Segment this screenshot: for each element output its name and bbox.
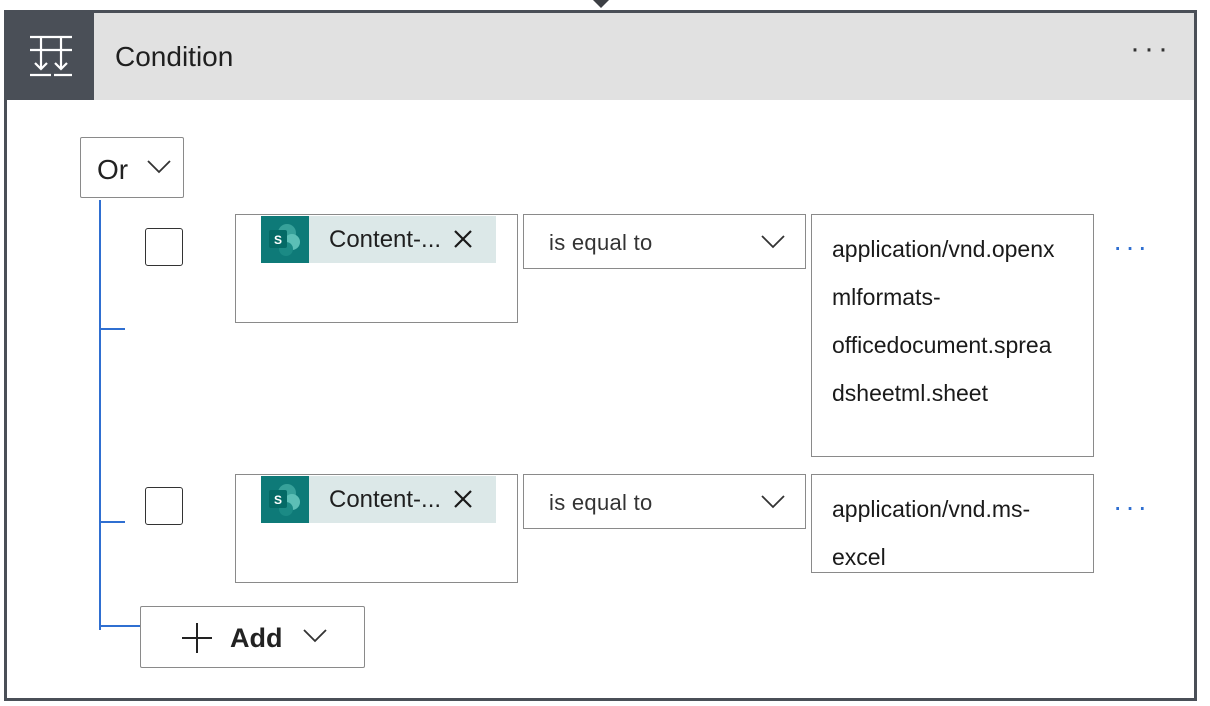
sharepoint-icon: S (269, 224, 300, 256)
row-more-options-button[interactable]: ··· (1113, 493, 1150, 521)
condition-left-operand[interactable]: S Content-... (235, 474, 518, 583)
sharepoint-logo: S (261, 476, 309, 523)
tree-branch (99, 328, 125, 330)
card-more-options-button[interactable]: ··· (1130, 34, 1172, 64)
value-text-line: application/vnd.openx (832, 236, 1055, 262)
condition-right-operand[interactable]: application/vnd.ms- excel (811, 474, 1094, 573)
value-text-line: excel (832, 544, 886, 570)
condition-right-operand[interactable]: application/vnd.openx mlformats- officed… (811, 214, 1094, 457)
operator-value: is equal to (549, 230, 653, 255)
group-operator-value: Or (97, 154, 129, 185)
svg-text:S: S (274, 233, 282, 247)
token-label: Content-... (329, 226, 442, 253)
operator-value: is equal to (549, 490, 653, 515)
value-text-line: application/vnd.ms- (832, 496, 1031, 522)
condition-branch-icon (30, 35, 72, 77)
close-icon[interactable] (453, 489, 473, 509)
value-text-line: mlformats- (832, 284, 941, 310)
chevron-down-icon (303, 629, 327, 643)
token-label: Content-... (329, 486, 442, 513)
condition-card: Condition ··· Or S Content-... is equal … (4, 10, 1197, 701)
value-text-line: dsheetml.sheet (832, 380, 988, 406)
svg-text:S: S (274, 493, 282, 507)
condition-icon-box (7, 13, 94, 100)
row-select-checkbox[interactable] (145, 487, 183, 525)
close-icon[interactable] (453, 229, 473, 249)
add-button-label: Add (230, 623, 283, 653)
chevron-down-icon (761, 235, 785, 249)
chevron-down-icon (761, 495, 785, 509)
group-operator-select[interactable]: Or (80, 137, 184, 198)
row-more-options-button[interactable]: ··· (1113, 233, 1150, 261)
value-text-line: officedocument.sprea (832, 332, 1052, 358)
condition-operator-select[interactable]: is equal to (523, 214, 806, 269)
tree-connector (99, 200, 101, 630)
chevron-down-icon (147, 160, 171, 174)
dynamic-content-token[interactable]: S Content-... (261, 216, 496, 263)
card-title: Condition (115, 41, 234, 72)
tree-branch (99, 521, 125, 523)
plus-icon (182, 623, 212, 653)
condition-operator-select[interactable]: is equal to (523, 474, 806, 529)
condition-left-operand[interactable]: S Content-... (235, 214, 518, 323)
card-header[interactable]: Condition ··· (7, 13, 1194, 100)
tree-branch (99, 625, 141, 627)
sharepoint-icon: S (269, 484, 300, 516)
card-connector-arrow (593, 0, 609, 8)
dynamic-content-token[interactable]: S Content-... (261, 476, 496, 523)
row-select-checkbox[interactable] (145, 228, 183, 266)
sharepoint-logo: S (261, 216, 309, 263)
add-condition-button[interactable]: Add (140, 606, 365, 668)
